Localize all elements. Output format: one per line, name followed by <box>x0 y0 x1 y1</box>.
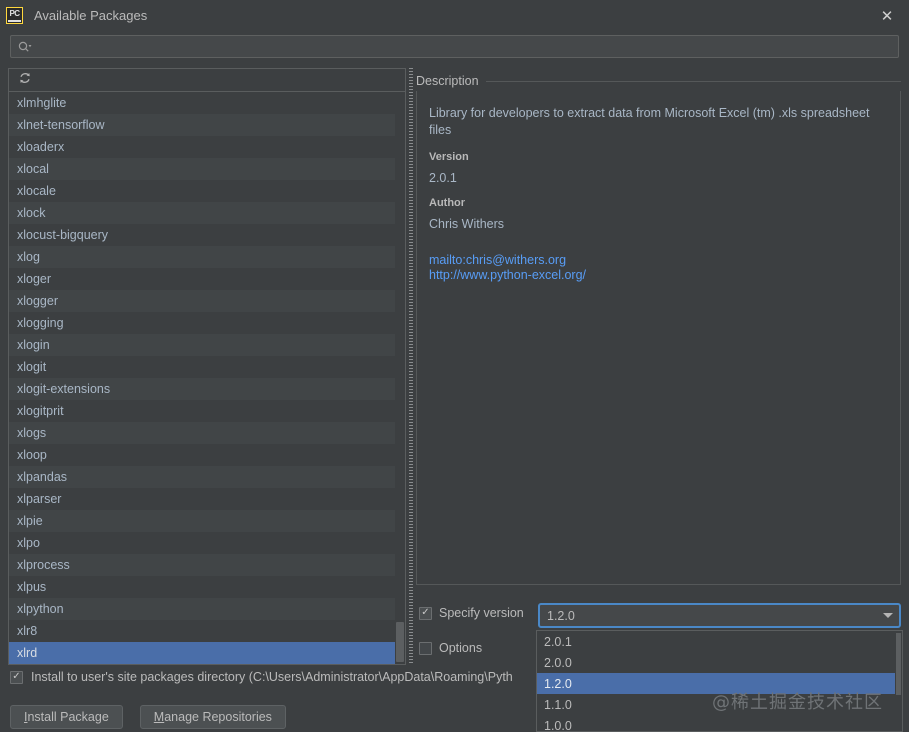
close-icon[interactable]: ✕ <box>865 0 909 31</box>
specify-version-checkbox[interactable]: ✓ <box>419 606 432 620</box>
author-email-link[interactable]: mailto:chris@withers.org <box>429 253 888 268</box>
specify-version-row[interactable]: ✓ Specify version <box>419 606 524 620</box>
version-dropdown-list: 2.0.1 2.0.0 1.2.0 1.1.0 1.0.0 <box>537 631 902 732</box>
search-input[interactable] <box>32 36 898 57</box>
version-option[interactable]: 2.0.1 <box>537 631 902 652</box>
specify-version-label: Specify version <box>439 606 524 620</box>
package-list-panel: xlmhglite xlnet-tensorflow xloaderx xlocal x… <box>8 68 406 665</box>
package-list-item[interactable]: xlprocess <box>9 554 405 576</box>
options-checkbox[interactable] <box>419 641 432 655</box>
package-list-item[interactable]: xlocal <box>9 158 405 180</box>
description-links: mailto:chris@withers.org http://www.pyth… <box>429 253 888 283</box>
version-option[interactable]: 1.1.0 <box>537 694 902 715</box>
project-homepage-link[interactable]: http://www.python-excel.org/ <box>429 268 888 283</box>
version-heading: Version <box>429 151 469 163</box>
package-list-item[interactable]: xlpus <box>9 576 405 598</box>
options-row[interactable]: Options <box>419 641 482 655</box>
version-dropdown-popup[interactable]: 2.0.1 2.0.0 1.2.0 1.1.0 1.0.0 <box>536 630 903 732</box>
package-list-item[interactable]: xlogging <box>9 312 405 334</box>
package-list-item[interactable]: xlock <box>9 202 405 224</box>
version-option[interactable]: 2.0.0 <box>537 652 902 673</box>
version-value: 2.0.1 <box>429 171 457 185</box>
refresh-icon[interactable] <box>18 71 32 90</box>
version-option[interactable]: 1.0.0 <box>537 715 902 732</box>
package-list-item[interactable]: xlogger <box>9 290 405 312</box>
package-list-item[interactable]: xlnet-tensorflow <box>9 114 405 136</box>
package-list-item[interactable]: xloop <box>9 444 405 466</box>
splitter-grip-icon <box>409 68 413 665</box>
install-button-text: nstall Package <box>27 710 109 724</box>
install-to-user-label: Install to user's site packages director… <box>31 670 513 684</box>
dialog-button-row: Install Package Manage Repositories <box>10 705 286 729</box>
version-option[interactable]: 1.2.0 <box>537 673 902 694</box>
description-legend: Description <box>416 74 901 88</box>
search-icon <box>18 41 32 53</box>
panel-splitter[interactable] <box>407 68 415 665</box>
options-label: Options <box>439 641 483 655</box>
package-list-header <box>9 69 405 92</box>
description-legend-label: Description <box>416 74 486 88</box>
description-panel: Description Library for developers to ex… <box>416 74 901 594</box>
package-list-item[interactable]: xlrd <box>9 642 405 664</box>
package-list-item[interactable]: xlpie <box>9 510 405 532</box>
manage-button-mnemonic: M <box>153 710 165 724</box>
available-packages-dialog: PC Available Packages ✕ xlmhglite xlnet-… <box>0 0 909 732</box>
package-list-item[interactable]: xloger <box>9 268 405 290</box>
package-list-item[interactable]: xlogit <box>9 356 405 378</box>
title-bar: PC Available Packages ✕ <box>0 0 909 31</box>
package-list-item[interactable]: xlogs <box>9 422 405 444</box>
version-combobox[interactable]: 1.2.0 <box>538 603 901 628</box>
package-list-scrollbar[interactable] <box>395 92 405 664</box>
pycharm-logo-icon: PC <box>6 7 23 24</box>
search-field[interactable] <box>10 35 899 58</box>
package-list-item[interactable]: xlogitprit <box>9 400 405 422</box>
description-body: Library for developers to extract data f… <box>416 91 901 585</box>
window-title: Available Packages <box>34 8 148 23</box>
dropdown-scrollbar-thumb[interactable] <box>896 633 901 695</box>
install-package-button[interactable]: Install Package <box>10 705 123 729</box>
package-list-item[interactable]: xlog <box>9 246 405 268</box>
package-list-item[interactable]: xlparser <box>9 488 405 510</box>
dropdown-scrollbar[interactable] <box>895 631 902 731</box>
legend-divider <box>485 80 901 82</box>
package-rows: xlmhglite xlnet-tensorflow xloaderx xlocal x… <box>9 92 405 664</box>
package-list-item[interactable]: xlogin <box>9 334 405 356</box>
package-list-item[interactable]: xlpo <box>9 532 405 554</box>
package-list-item[interactable]: xloaderx <box>9 136 405 158</box>
install-to-user-checkbox[interactable]: ✓ <box>10 670 23 684</box>
package-list-item[interactable]: xlr8 <box>9 620 405 642</box>
package-list-item[interactable]: xlmhglite <box>9 92 405 114</box>
author-value: Chris Withers <box>429 217 505 231</box>
author-heading: Author <box>429 197 466 209</box>
install-to-user-row[interactable]: ✓ Install to user's site packages direct… <box>10 670 513 684</box>
package-summary: Library for developers to extract data f… <box>429 106 870 137</box>
package-list-item[interactable]: xlocust-bigquery <box>9 224 405 246</box>
package-list-item[interactable]: xlpandas <box>9 466 405 488</box>
version-combobox-value: 1.2.0 <box>547 608 575 623</box>
package-list-item[interactable]: xlogit-extensions <box>9 378 405 400</box>
chevron-down-icon[interactable] <box>877 613 899 618</box>
manage-button-text: anage Repositories <box>164 710 272 724</box>
manage-repositories-button[interactable]: Manage Repositories <box>139 705 286 729</box>
package-list-item[interactable]: xlpython <box>9 598 405 620</box>
package-list-item[interactable]: xlocale <box>9 180 405 202</box>
scrollbar-thumb[interactable] <box>396 622 404 662</box>
